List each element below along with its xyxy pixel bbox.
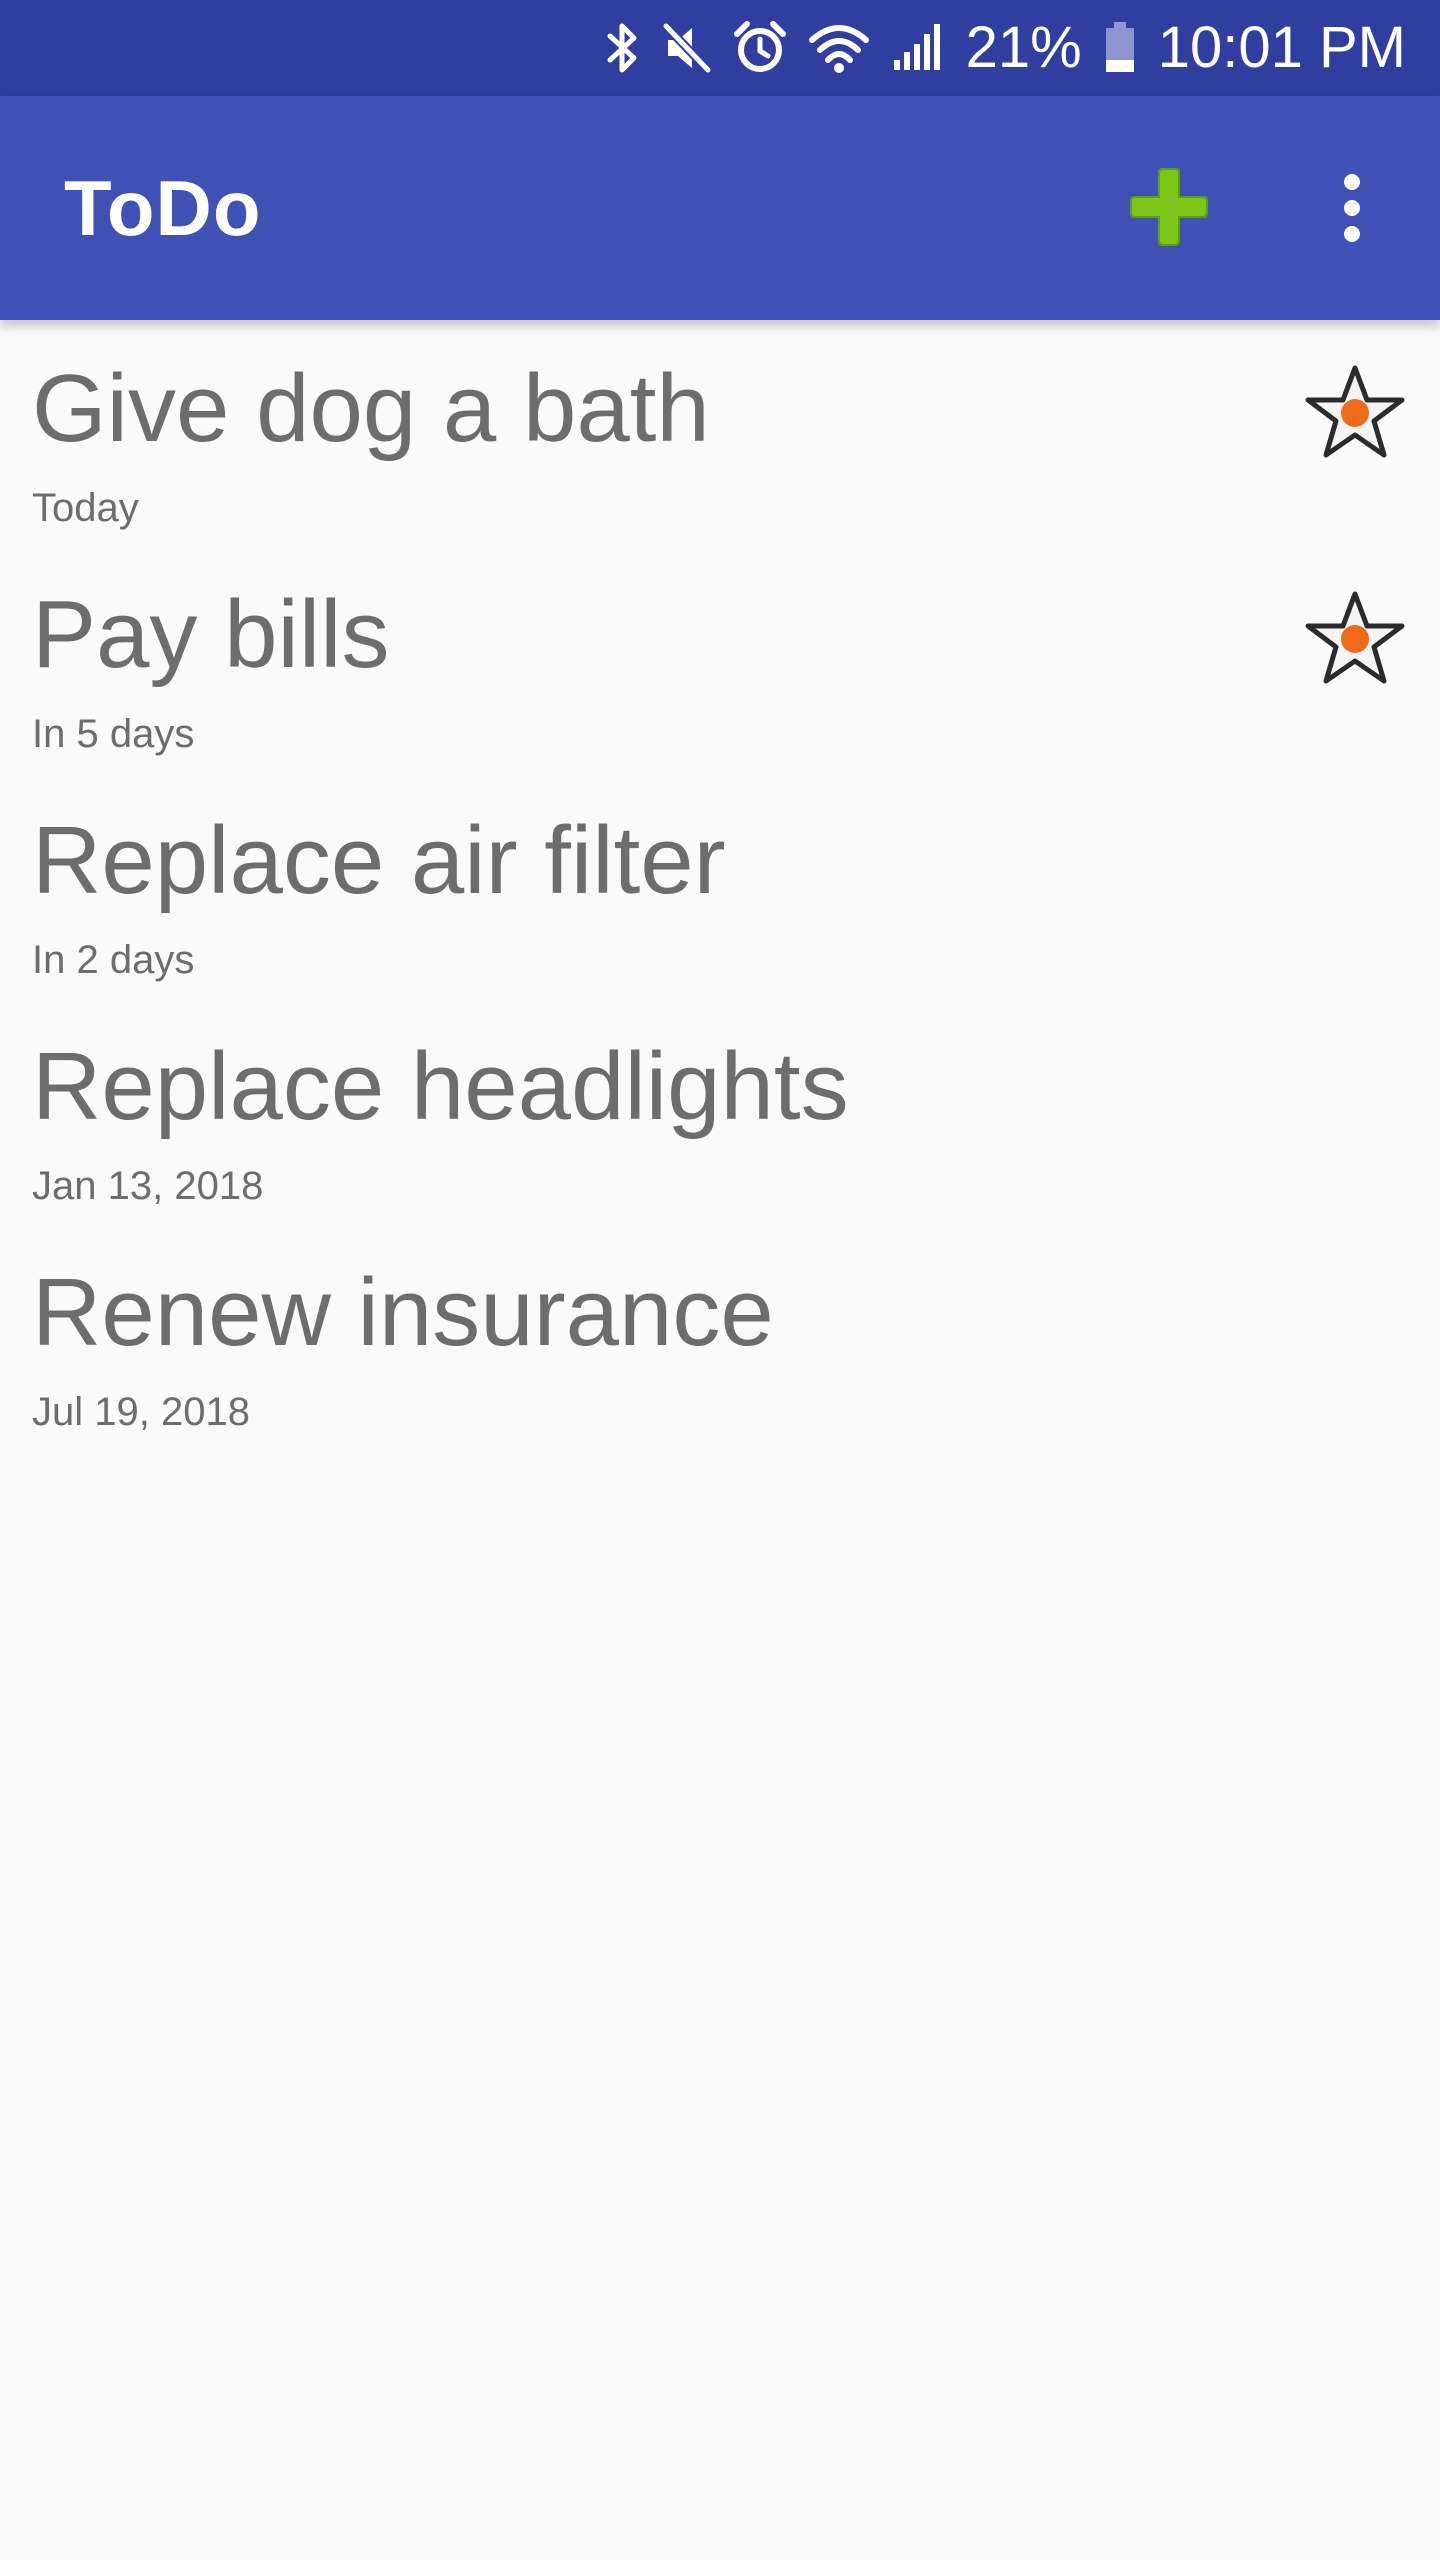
todo-title: Give dog a bath: [32, 355, 710, 462]
todo-title: Replace air filter: [32, 807, 726, 914]
todo-date: Today: [32, 486, 139, 530]
todo-title: Pay bills: [32, 581, 390, 688]
todo-item[interactable]: Pay bills In 5 days: [0, 546, 1440, 772]
add-todo-button[interactable]: [1118, 162, 1218, 254]
overflow-menu-button[interactable]: [1312, 162, 1392, 254]
todo-item[interactable]: Replace headlights Jan 13, 2018: [0, 998, 1440, 1224]
star-toggle[interactable]: [1300, 588, 1410, 688]
todo-item[interactable]: Give dog a bath Today: [0, 320, 1440, 546]
battery-icon: [1104, 20, 1136, 76]
todo-item[interactable]: Replace air filter In 2 days: [0, 772, 1440, 998]
alarm-icon: [733, 20, 786, 76]
todo-date: Jan 13, 2018: [32, 1164, 264, 1208]
todo-list: Give dog a bath Today Pay bills In 5 day…: [0, 320, 1440, 1450]
bluetooth-icon: [606, 20, 640, 76]
clock: 10:01 PM: [1157, 15, 1406, 80]
wifi-icon: [808, 20, 870, 76]
mute-icon: [662, 20, 712, 76]
star-icon: [1305, 591, 1405, 684]
more-vert-icon: [1344, 174, 1360, 242]
battery-percent: 21%: [965, 15, 1082, 80]
todo-date: Jul 19, 2018: [32, 1390, 250, 1434]
star-toggle[interactable]: [1300, 362, 1410, 462]
status-bar: 21% 10:01 PM: [0, 0, 1440, 96]
todo-title: Replace headlights: [32, 1033, 849, 1140]
todo-date: In 2 days: [32, 938, 195, 982]
todo-item[interactable]: Renew insurance Jul 19, 2018: [0, 1224, 1440, 1450]
app-title: ToDo: [64, 164, 262, 252]
star-icon: [1305, 365, 1405, 458]
todo-date: In 5 days: [32, 712, 195, 756]
signal-icon: [892, 20, 944, 76]
app-bar: ToDo: [0, 96, 1440, 320]
plus-icon: [1130, 168, 1208, 246]
status-icons: 21% 10:01 PM: [606, 0, 1406, 96]
todo-title: Renew insurance: [32, 1259, 774, 1366]
